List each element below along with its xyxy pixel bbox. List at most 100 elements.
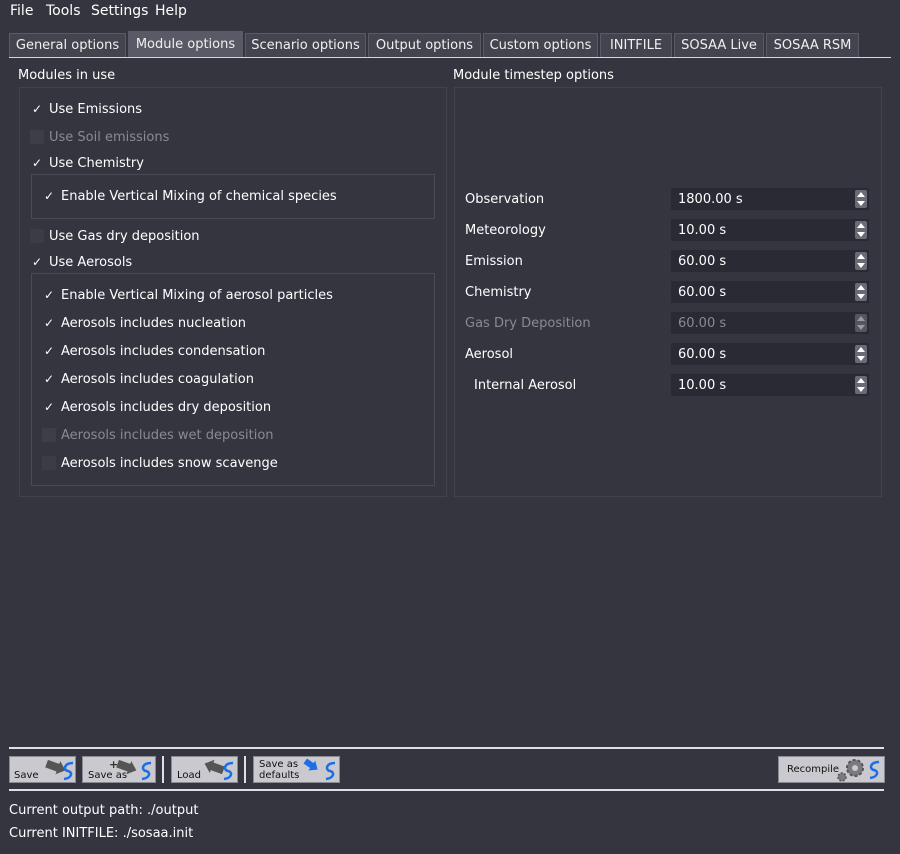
chemistry-spinbox[interactable]: 60.00 s bbox=[671, 281, 869, 303]
menu-settings[interactable]: Settings bbox=[91, 3, 148, 19]
use-emissions-label: Use Emissions bbox=[49, 101, 143, 117]
aerosol-coagulation-checkbox[interactable]: ✓ Aerosols includes coagulation bbox=[42, 369, 254, 389]
check-icon: ✓ bbox=[31, 255, 43, 269]
tab-initfile[interactable]: INITFILE bbox=[600, 33, 672, 57]
load-button[interactable]: Load bbox=[171, 756, 238, 783]
svg-text:+: + bbox=[109, 759, 118, 771]
use-gas-dry-deposition-label: Use Gas dry deposition bbox=[49, 228, 200, 244]
tab-general-options[interactable]: General options bbox=[9, 33, 126, 57]
recompile-button[interactable]: Recompile bbox=[778, 756, 885, 783]
use-gas-dry-deposition-checkbox[interactable]: Use Gas dry deposition bbox=[30, 226, 200, 246]
save-as-defaults-button[interactable]: Save as defaults bbox=[253, 756, 340, 783]
spin-arrows-icon[interactable] bbox=[855, 283, 867, 301]
aerosol-coagulation-label: Aerosols includes coagulation bbox=[61, 371, 254, 387]
save-button[interactable]: Save bbox=[9, 756, 76, 783]
emission-value: 60.00 s bbox=[678, 254, 727, 269]
save-as-defaults-label-line1: Save as bbox=[259, 759, 299, 770]
internal-aerosol-spinbox[interactable]: 10.00 s bbox=[671, 374, 869, 396]
aerosol-spinbox[interactable]: 60.00 s bbox=[671, 343, 869, 365]
tab-output-options[interactable]: Output options bbox=[368, 33, 481, 57]
check-icon: ✓ bbox=[43, 288, 55, 302]
use-chemistry-label: Use Chemistry bbox=[49, 155, 144, 171]
save-as-icon: + bbox=[109, 759, 152, 781]
menu-help[interactable]: Help bbox=[155, 3, 187, 19]
tab-sosaa-rsm[interactable]: SOSAA RSM bbox=[766, 33, 859, 57]
spin-arrows-icon[interactable] bbox=[855, 221, 867, 239]
menu-tools[interactable]: Tools bbox=[46, 3, 81, 19]
gears-icon bbox=[837, 759, 880, 782]
use-aerosols-label: Use Aerosols bbox=[49, 254, 133, 270]
tab-scenario-options[interactable]: Scenario options bbox=[245, 33, 366, 57]
observation-value: 1800.00 s bbox=[678, 192, 743, 207]
spin-arrows-icon[interactable] bbox=[855, 190, 867, 208]
spin-arrows-icon[interactable] bbox=[855, 345, 867, 363]
modules-title: Modules in use bbox=[18, 68, 116, 83]
aerosol-condensation-checkbox[interactable]: ✓ Aerosols includes condensation bbox=[42, 341, 265, 361]
gas-dry-deposition-spinbox[interactable]: 60.00 s bbox=[671, 312, 869, 334]
aerosol-nucleation-checkbox[interactable]: ✓ Aerosols includes nucleation bbox=[42, 313, 246, 333]
unchecked-box-icon bbox=[30, 229, 44, 243]
aerosol-snow-scavenge-checkbox[interactable]: Aerosols includes snow scavenge bbox=[42, 453, 278, 473]
load-icon bbox=[204, 759, 234, 781]
save-icon bbox=[45, 759, 74, 781]
tab-sosaa-live[interactable]: SOSAA Live bbox=[674, 33, 764, 57]
toolbar-bottom-divider bbox=[9, 789, 884, 791]
unchecked-box-icon bbox=[42, 428, 56, 442]
use-aerosols-checkbox[interactable]: ✓ Use Aerosols bbox=[30, 252, 132, 272]
check-icon: ✓ bbox=[31, 156, 43, 170]
tab-custom-options[interactable]: Custom options bbox=[483, 33, 598, 57]
internal-aerosol-label: Internal Aerosol bbox=[474, 378, 577, 393]
check-icon: ✓ bbox=[43, 344, 55, 358]
aerosol-vertical-mixing-checkbox[interactable]: ✓ Enable Vertical Mixing of aerosol part… bbox=[42, 285, 333, 305]
aerosol-vertical-mixing-label: Enable Vertical Mixing of aerosol partic… bbox=[61, 287, 333, 303]
check-icon: ✓ bbox=[43, 316, 55, 330]
meteorology-value: 10.00 s bbox=[678, 223, 727, 238]
toolbar-separator bbox=[162, 756, 164, 783]
menu-file[interactable]: File bbox=[10, 3, 33, 19]
chem-vertical-mixing-label: Enable Vertical Mixing of chemical speci… bbox=[61, 188, 337, 204]
chemistry-value: 60.00 s bbox=[678, 285, 727, 300]
aerosol-dry-deposition-label: Aerosols includes dry deposition bbox=[61, 399, 272, 415]
observation-label: Observation bbox=[465, 192, 545, 207]
aerosol-nucleation-label: Aerosols includes nucleation bbox=[61, 315, 247, 331]
check-icon: ✓ bbox=[31, 102, 43, 116]
spin-arrows-icon[interactable] bbox=[855, 376, 867, 394]
chemistry-label: Chemistry bbox=[465, 285, 532, 300]
aerosol-snow-scavenge-label: Aerosols includes snow scavenge bbox=[61, 455, 278, 471]
tab-underline bbox=[9, 57, 891, 58]
menu-bar: File Tools Settings Help bbox=[0, 0, 900, 22]
save-as-defaults-icon bbox=[303, 759, 336, 781]
use-chemistry-checkbox[interactable]: ✓ Use Chemistry bbox=[30, 153, 144, 173]
timesteps-title: Module timestep options bbox=[453, 68, 614, 83]
toolbar-top-divider bbox=[9, 747, 884, 749]
observation-spinbox[interactable]: 1800.00 s bbox=[671, 188, 869, 210]
output-path-status: Current output path: ./output bbox=[9, 803, 199, 818]
use-soil-emissions-checkbox[interactable]: Use Soil emissions bbox=[30, 127, 169, 147]
save-label: Save bbox=[14, 770, 39, 781]
tab-module-options[interactable]: Module options bbox=[128, 31, 243, 57]
initfile-status: Current INITFILE: ./sosaa.init bbox=[9, 826, 194, 841]
aerosol-wet-deposition-label: Aerosols includes wet deposition bbox=[61, 427, 274, 443]
unchecked-box-icon bbox=[30, 130, 44, 144]
check-icon: ✓ bbox=[43, 189, 55, 203]
spin-arrows-icon[interactable] bbox=[855, 314, 867, 332]
aerosol-condensation-label: Aerosols includes condensation bbox=[61, 343, 266, 359]
gas-dry-deposition-label: Gas Dry Deposition bbox=[465, 316, 591, 331]
aerosol-label: Aerosol bbox=[465, 347, 514, 362]
meteorology-spinbox[interactable]: 10.00 s bbox=[671, 219, 869, 241]
emission-spinbox[interactable]: 60.00 s bbox=[671, 250, 869, 272]
tab-bar: General options Module options Scenario … bbox=[9, 31, 891, 59]
aerosol-wet-deposition-checkbox[interactable]: Aerosols includes wet deposition bbox=[42, 425, 274, 445]
use-emissions-checkbox[interactable]: ✓ Use Emissions bbox=[30, 99, 142, 119]
toolbar-separator bbox=[244, 756, 246, 783]
unchecked-box-icon bbox=[42, 456, 56, 470]
emission-label: Emission bbox=[465, 254, 523, 269]
spin-arrows-icon[interactable] bbox=[855, 252, 867, 270]
save-as-button[interactable]: Save as + bbox=[82, 756, 156, 783]
save-as-defaults-label-line2: defaults bbox=[259, 770, 300, 781]
use-soil-emissions-label: Use Soil emissions bbox=[49, 129, 170, 145]
aerosol-value: 60.00 s bbox=[678, 347, 727, 362]
meteorology-label: Meteorology bbox=[465, 223, 546, 238]
aerosol-dry-deposition-checkbox[interactable]: ✓ Aerosols includes dry deposition bbox=[42, 397, 271, 417]
chem-vertical-mixing-checkbox[interactable]: ✓ Enable Vertical Mixing of chemical spe… bbox=[42, 186, 337, 206]
